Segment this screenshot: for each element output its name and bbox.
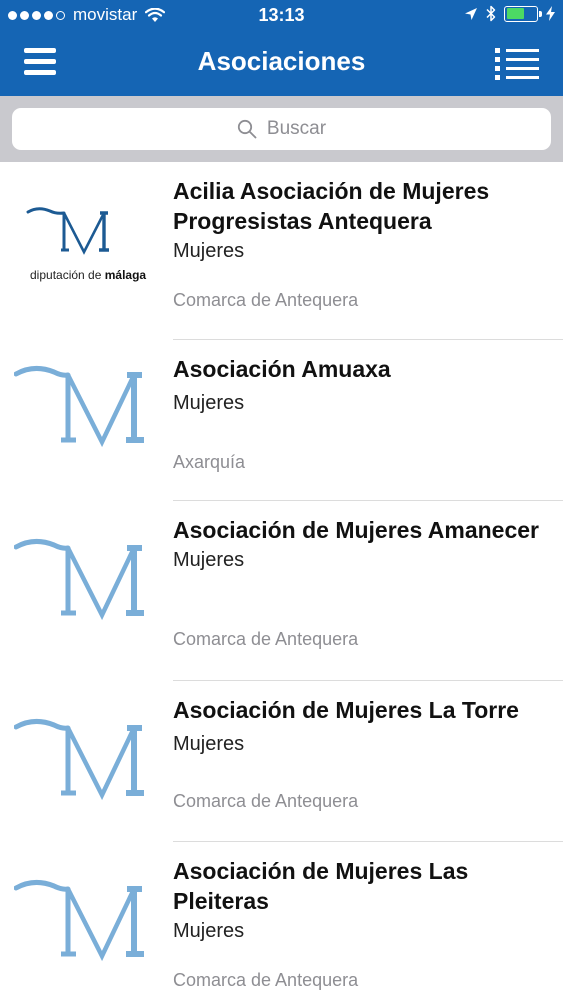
item-category: Mujeres — [173, 733, 245, 755]
battery-icon — [504, 5, 542, 22]
search-placeholder: Buscar — [266, 118, 327, 139]
list-item[interactable]: Asociación de Mujeres Las Pleiteras Muje… — [0, 842, 563, 1002]
item-region: Comarca de Antequera — [173, 290, 359, 310]
list-item[interactable]: diputación de málaga Acilia Asociación d… — [0, 162, 563, 340]
bluetooth-icon — [486, 5, 496, 22]
item-text: Asociación Amuaxa Mujeres — [173, 354, 551, 416]
item-text: Asociación de Mujeres La Torre Mujeres — [173, 695, 551, 757]
associations-list: diputación de málaga Acilia Asociación d… — [0, 162, 563, 1002]
item-title: Asociación de Mujeres Amanecer — [173, 517, 540, 543]
search-icon — [237, 119, 257, 139]
search-input[interactable]: Buscar — [12, 108, 551, 150]
search-bar-container: Buscar — [0, 96, 563, 162]
diputacion-malaga-logo: diputación de málaga — [26, 204, 147, 282]
item-title: Asociación de Mujeres Las Pleiteras — [173, 858, 469, 914]
item-category: Mujeres — [173, 392, 245, 414]
list-item[interactable]: Asociación Amuaxa Mujeres Axarquía — [0, 340, 563, 501]
m-placeholder-logo — [13, 535, 154, 635]
m-placeholder-logo — [13, 715, 154, 815]
item-text: Asociación de Mujeres Las Pleiteras Muje… — [173, 856, 551, 944]
item-region: Comarca de Antequera — [173, 629, 359, 649]
item-region: Comarca de Antequera — [173, 970, 359, 990]
page-title: Asociaciones — [197, 46, 366, 76]
list-item[interactable]: Asociación de Mujeres Amanecer Mujeres C… — [0, 501, 563, 681]
status-bar: movistar 13:13 — [0, 0, 563, 32]
status-right — [464, 5, 555, 22]
item-category: Mujeres — [173, 549, 245, 571]
item-category: Mujeres — [173, 240, 245, 262]
item-title: Acilia Asociación de Mujeres Progresista… — [173, 178, 490, 234]
m-placeholder-logo — [13, 362, 154, 462]
list-view-icon[interactable] — [495, 47, 539, 80]
list-item[interactable]: Asociación de Mujeres La Torre Mujeres C… — [0, 681, 563, 842]
item-region: Comarca de Antequera — [173, 791, 359, 811]
item-text: Acilia Asociación de Mujeres Progresista… — [173, 176, 551, 264]
item-text: Asociación de Mujeres Amanecer Mujeres — [173, 515, 551, 573]
item-title: Asociación Amuaxa — [173, 356, 391, 382]
item-region: Axarquía — [173, 452, 246, 472]
item-category: Mujeres — [173, 920, 245, 942]
logo-caption: diputación de málaga — [30, 268, 147, 282]
navigation-bar: Asociaciones — [0, 32, 563, 96]
charging-bolt-icon — [546, 6, 555, 21]
item-title: Asociación de Mujeres La Torre — [173, 697, 519, 723]
location-arrow-icon — [465, 7, 477, 20]
m-placeholder-logo — [13, 876, 154, 976]
